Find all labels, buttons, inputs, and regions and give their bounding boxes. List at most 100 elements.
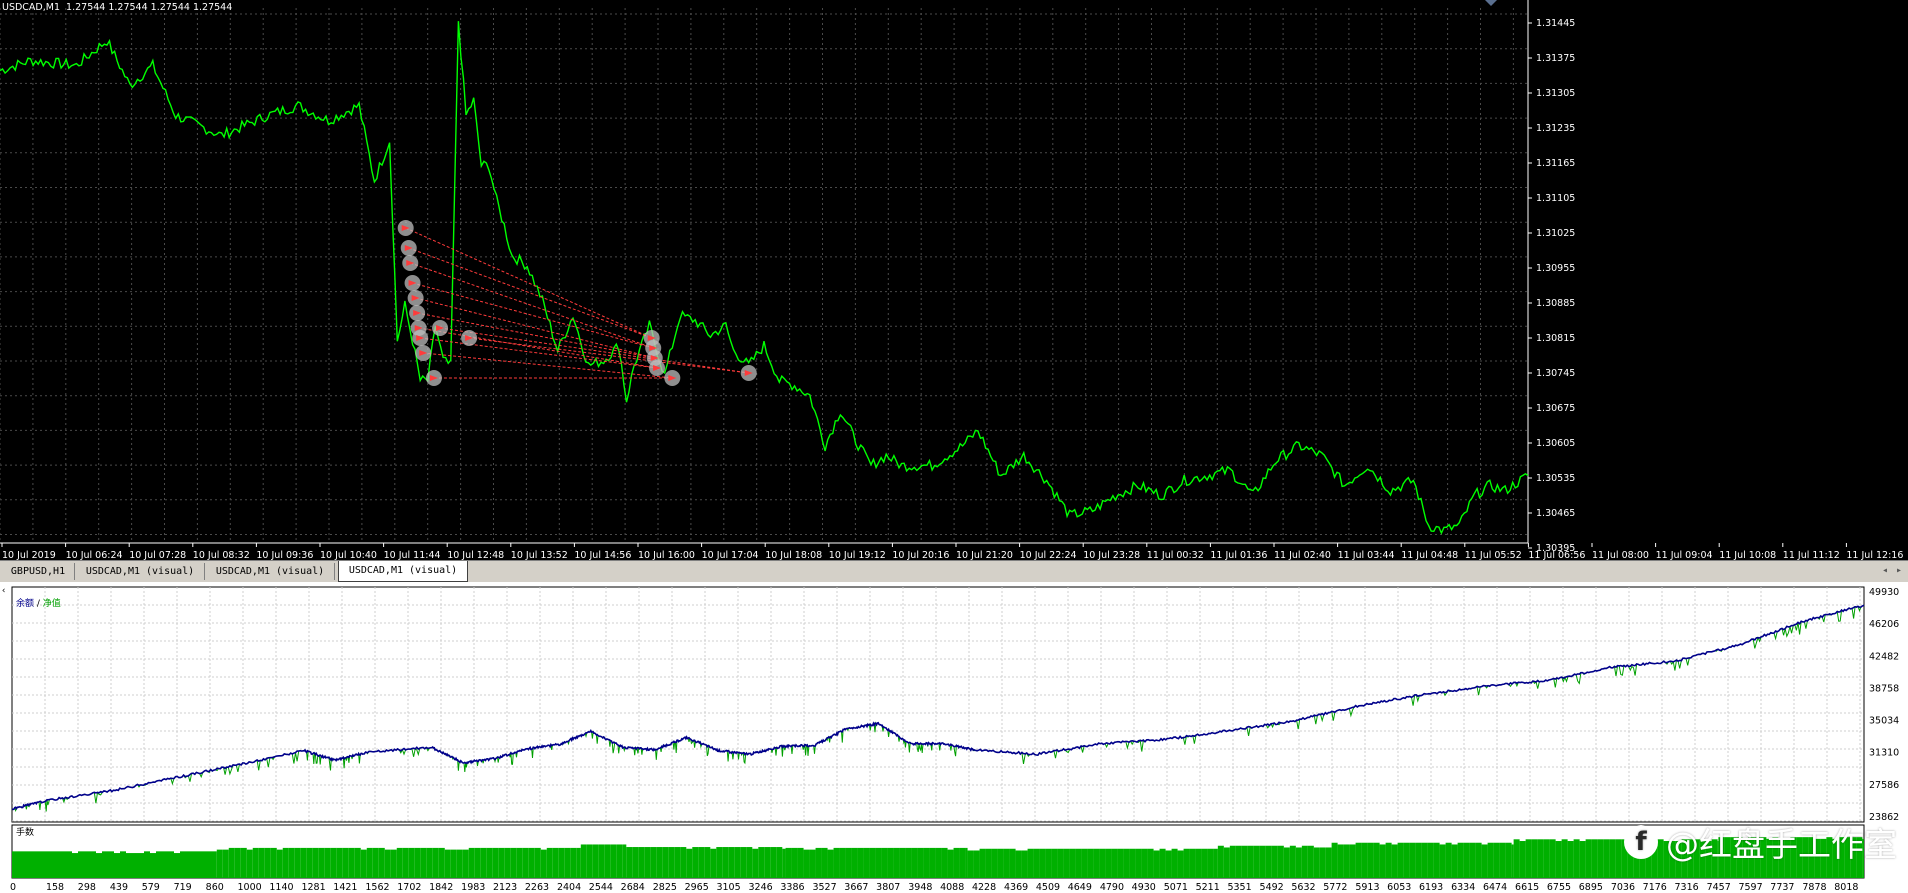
tab-gbpusd-h1[interactable]: GBPUSD,H1 <box>2 563 75 580</box>
trade-axis-label: 6755 <box>1547 882 1571 893</box>
volume-bar <box>384 849 391 878</box>
time-label: 10 Jul 12:48 <box>447 550 504 560</box>
volume-bar <box>1223 847 1230 878</box>
volume-bar <box>1217 845 1224 878</box>
volume-bar <box>216 849 223 878</box>
volume-bar <box>1295 847 1302 878</box>
volume-bar <box>570 847 577 878</box>
price-line <box>0 21 1529 535</box>
trade-axis-label: 439 <box>110 882 128 893</box>
trade-axis-label: 4649 <box>1068 882 1092 893</box>
volume-bar <box>330 847 337 878</box>
trade-axis-label: 3246 <box>749 882 773 893</box>
volume-bar <box>1183 848 1190 878</box>
tab-usdcad-m1-visual-1[interactable]: USDCAD,M1 (visual) <box>76 563 205 580</box>
tab-scroll-left-icon[interactable]: ◂ <box>1882 565 1888 576</box>
volume-bar <box>973 850 980 878</box>
volume-bar <box>378 847 385 878</box>
volume-bar <box>306 847 313 878</box>
legend-equity: 净值 <box>42 599 61 609</box>
report-chart-svg: 4993046206424823875835034313102758623862… <box>10 586 1899 893</box>
time-label: 10 Jul 17:04 <box>702 550 759 560</box>
volume-bar <box>863 847 870 878</box>
volume-bar <box>1003 848 1010 878</box>
trade-axis-label: 298 <box>78 882 96 893</box>
volume-bar <box>228 847 235 878</box>
volume-bar <box>1367 842 1374 878</box>
volume-bar <box>1189 848 1196 878</box>
time-label: 11 Jul 10:08 <box>1719 550 1776 560</box>
volume-bar <box>420 847 427 878</box>
trade-axis-label: 5351 <box>1227 882 1251 893</box>
volume-bar <box>893 847 900 878</box>
time-label: 11 Jul 00:32 <box>1147 550 1204 560</box>
volume-bar <box>1409 842 1416 878</box>
volume-bar <box>1265 845 1272 878</box>
volume-bar <box>662 847 669 878</box>
volume-bar <box>552 847 559 878</box>
volume-bar <box>1213 848 1218 878</box>
volume-bar <box>1201 848 1208 878</box>
chart-shift-marker-icon[interactable] <box>1485 0 1497 6</box>
volume-bar <box>558 847 565 878</box>
time-label: 10 Jul 2019 <box>2 550 56 560</box>
volume-bar <box>1229 845 1236 878</box>
trade-axis-label: 1421 <box>333 882 357 893</box>
volume-bar <box>1283 847 1290 878</box>
volume-bar <box>498 847 505 878</box>
volume-bar <box>24 851 30 878</box>
volume-bar <box>240 847 247 878</box>
volume-bar <box>887 847 894 878</box>
price-chart-pane[interactable]: 1.31445 1.31375 1.31305 1.31235 1.31165 1.311… <box>0 0 1908 560</box>
price-label: 1.31025 <box>1536 228 1575 239</box>
volume-bar <box>997 848 1004 878</box>
volume-bar <box>174 853 180 878</box>
trade-axis-label: 2263 <box>525 882 549 893</box>
volume-bar <box>1603 839 1610 878</box>
volume-bar <box>246 849 253 878</box>
volume-bar <box>576 847 581 878</box>
volume-bar <box>698 847 705 878</box>
time-label: 11 Jul 11:12 <box>1783 550 1840 560</box>
volume-bar <box>1027 848 1034 878</box>
time-label: 10 Jul 16:00 <box>638 550 695 560</box>
volume-bar <box>216 851 217 878</box>
volume-bar <box>1045 848 1052 878</box>
volume-bar <box>78 851 84 878</box>
balance-axis-label: 31310 <box>1869 748 1899 759</box>
report-collapse-icon[interactable]: ‹ <box>1 586 6 596</box>
volume-bar <box>809 849 816 878</box>
volume-bar <box>1087 848 1094 878</box>
volume-bar <box>426 847 433 878</box>
volume-bar <box>1241 845 1248 878</box>
trade-axis-label: 7878 <box>1802 882 1826 893</box>
volume-bar <box>1591 839 1598 878</box>
volume-bar <box>776 847 783 878</box>
volume-bar <box>728 847 735 878</box>
volume-bar <box>1015 850 1022 878</box>
time-label: 10 Jul 09:36 <box>256 550 313 560</box>
volume-bar <box>48 851 54 878</box>
time-label: 11 Jul 12:16 <box>1846 550 1903 560</box>
trade-link-line <box>420 337 658 369</box>
tab-usdcad-m1-visual-active[interactable]: USDCAD,M1 (visual) <box>338 561 468 582</box>
volume-bar <box>1513 839 1520 878</box>
volume-bar <box>180 851 186 878</box>
volume-bar <box>36 851 42 878</box>
volume-bar <box>90 851 96 878</box>
volume-bar <box>953 847 960 878</box>
tab-scroll-right-icon[interactable]: ▸ <box>1896 565 1902 576</box>
trade-axis-label: 4228 <box>972 882 996 893</box>
volume-bar <box>704 847 711 878</box>
volume-bar <box>1373 842 1380 878</box>
time-label: 10 Jul 06:24 <box>66 550 123 560</box>
volume-bar <box>564 847 571 878</box>
volume-bar <box>522 847 529 878</box>
volume-bar <box>965 847 968 878</box>
volume-bar <box>1105 848 1112 878</box>
volume-bar <box>929 847 936 878</box>
trade-axis-label: 1000 <box>238 882 262 893</box>
watermark: f @红盘手工作室 <box>1624 820 1897 864</box>
tab-usdcad-m1-visual-2[interactable]: USDCAD,M1 (visual) <box>206 563 335 580</box>
volume-bar <box>234 847 241 878</box>
